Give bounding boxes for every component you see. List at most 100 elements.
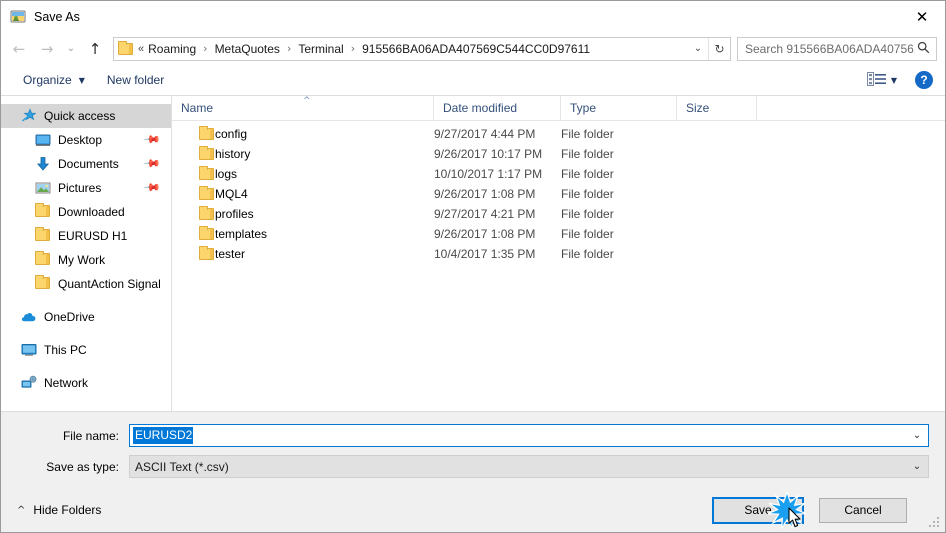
- table-row[interactable]: history 9/26/2017 10:17 PM File folder: [172, 144, 945, 164]
- sidebar-item-pictures[interactable]: Pictures 📌: [1, 176, 171, 200]
- file-date-cell: 9/27/2017 4:21 PM: [434, 207, 536, 221]
- organize-button[interactable]: Organize ▼: [17, 69, 91, 91]
- folder-icon: [118, 41, 133, 55]
- table-row[interactable]: tester 10/4/2017 1:35 PM File folder: [172, 244, 945, 264]
- sidebar-item-downloaded[interactable]: Downloaded: [1, 200, 171, 224]
- back-button[interactable]: ←: [5, 36, 33, 62]
- file-type-cell: File folder: [561, 207, 614, 221]
- filetype-row: Save as type: ASCII Text (*.csv) ⌄: [17, 455, 929, 478]
- sidebar-item-quantaction-signal[interactable]: QuantAction Signal: [1, 272, 171, 296]
- folder-icon: [35, 203, 51, 220]
- file-name-cell: profiles: [172, 206, 434, 221]
- view-chevron-down-icon[interactable]: ▼: [891, 76, 897, 85]
- sidebar-item-label: Documents: [58, 157, 119, 171]
- file-type-cell: File folder: [561, 147, 614, 161]
- onedrive-icon: [21, 309, 37, 325]
- file-date-cell: 9/26/2017 1:08 PM: [434, 187, 536, 201]
- resize-grip[interactable]: [929, 517, 941, 529]
- filename-label: File name:: [62, 428, 119, 443]
- sidebar-item-network[interactable]: Network: [1, 371, 171, 395]
- filetype-select[interactable]: ASCII Text (*.csv) ⌄: [129, 455, 929, 478]
- new-folder-button[interactable]: New folder: [101, 69, 170, 91]
- dialog-buttons: Save Cancel: [712, 489, 929, 529]
- sidebar-item-label: Pictures: [58, 181, 102, 195]
- file-name-cell: templates: [172, 226, 434, 241]
- table-row[interactable]: config 9/27/2017 4:44 PM File folder: [172, 124, 945, 144]
- chevron-down-icon[interactable]: ⌄: [906, 461, 928, 472]
- chevron-down-icon: ▼: [78, 75, 85, 85]
- breadcrumb-separator: ›: [350, 42, 356, 55]
- sort-ascending-icon: ^: [303, 96, 311, 106]
- navigation-bar: ← → ⌄ ↑ « Roaming › MetaQuotes › Termina…: [1, 32, 945, 65]
- hide-folders-button[interactable]: ^ Hide Folders: [17, 503, 101, 517]
- column-header-label: Name: [181, 101, 214, 115]
- file-name-cell: history: [172, 146, 434, 161]
- cancel-button[interactable]: Cancel: [819, 497, 907, 523]
- sidebar-item-label: This PC: [44, 343, 87, 357]
- breadcrumb-terminal[interactable]: Terminal: [296, 42, 345, 56]
- sidebar-item-this-pc[interactable]: This PC: [1, 338, 171, 362]
- file-name-label: templates: [215, 227, 268, 241]
- title-bar: Save As ✕: [1, 1, 945, 32]
- folder-icon: [190, 206, 214, 221]
- column-header-label: Type: [570, 101, 597, 115]
- up-button[interactable]: ↑: [81, 36, 109, 62]
- sidebar-item-quick-access[interactable]: Quick access: [1, 104, 171, 128]
- folder-icon: [35, 251, 51, 268]
- table-row[interactable]: profiles 9/27/2017 4:21 PM File folder: [172, 204, 945, 224]
- breadcrumb-metaquotes[interactable]: MetaQuotes: [213, 42, 282, 56]
- sidebar-item-desktop[interactable]: Desktop 📌: [1, 128, 171, 152]
- file-name-label: history: [215, 147, 251, 161]
- chevron-down-icon[interactable]: ⌄: [906, 430, 928, 441]
- table-row[interactable]: MQL4 9/26/2017 1:08 PM File folder: [172, 184, 945, 204]
- column-header-type[interactable]: Type: [561, 96, 677, 120]
- file-type-cell: File folder: [561, 127, 614, 141]
- folder-icon: [35, 227, 51, 244]
- documents-icon: [35, 156, 51, 172]
- address-dropdown-button[interactable]: ⌄: [688, 43, 708, 54]
- refresh-button[interactable]: ↻: [708, 37, 730, 60]
- breadcrumb-terminal-id[interactable]: 915566BA06ADA407569C544CC0D97611: [360, 42, 592, 56]
- column-header-label: Date modified: [443, 101, 518, 115]
- filename-row: File name: EURUSD2 ⌄: [17, 424, 929, 447]
- sidebar-item-eurusd-h1[interactable]: EURUSD H1: [1, 224, 171, 248]
- table-row[interactable]: logs 10/10/2017 1:17 PM File folder: [172, 164, 945, 184]
- save-form: File name: EURUSD2 ⌄ Save as type: ASCII…: [1, 411, 945, 488]
- breadcrumb-roaming[interactable]: Roaming: [146, 42, 198, 56]
- filename-input[interactable]: EURUSD2 ⌄: [129, 424, 929, 447]
- folder-icon: [190, 186, 214, 201]
- sidebar-item-onedrive[interactable]: OneDrive: [1, 305, 171, 329]
- file-date-cell: 9/26/2017 10:17 PM: [434, 147, 543, 161]
- view-options-icon[interactable]: [866, 72, 887, 88]
- sidebar-item-my-work[interactable]: My Work: [1, 248, 171, 272]
- recent-locations-button[interactable]: ⌄: [61, 36, 81, 62]
- file-list-pane: Name Date modified Type Size ^ config 9/…: [172, 96, 945, 411]
- help-button[interactable]: ?: [915, 71, 933, 89]
- sidebar-item-label: Network: [44, 376, 89, 390]
- thispc-icon: [21, 342, 37, 358]
- breadcrumb-overflow[interactable]: «: [138, 43, 146, 55]
- forward-button[interactable]: →: [33, 36, 61, 62]
- close-button[interactable]: ✕: [899, 1, 945, 32]
- command-bar: Organize ▼ New folder ▼ ?: [1, 65, 945, 96]
- command-bar-right: ▼ ?: [866, 71, 945, 89]
- folder-icon: [190, 166, 214, 181]
- column-header-row: Name Date modified Type Size ^: [172, 96, 945, 121]
- save-as-dialog: Save As ✕ ← → ⌄ ↑ « Roaming › MetaQuotes…: [0, 0, 946, 533]
- file-name-label: logs: [215, 167, 238, 181]
- search-icon: [915, 41, 932, 57]
- file-type-cell: File folder: [561, 167, 614, 181]
- save-button[interactable]: Save: [712, 496, 804, 524]
- search-box[interactable]: Search 915566BA06ADA40756...: [737, 36, 937, 61]
- search-input[interactable]: Search 915566BA06ADA40756...: [745, 42, 915, 56]
- folder-icon: [190, 126, 214, 141]
- column-header-date-modified[interactable]: Date modified: [434, 96, 561, 120]
- sidebar-item-documents[interactable]: Documents 📌: [1, 152, 171, 176]
- column-header-size[interactable]: Size: [677, 96, 757, 120]
- pin-icon: 📌: [142, 130, 162, 149]
- address-bar[interactable]: « Roaming › MetaQuotes › Terminal › 9155…: [113, 36, 731, 61]
- table-row[interactable]: templates 9/26/2017 1:08 PM File folder: [172, 224, 945, 244]
- dialog-footer: ^ Hide Folders Save Cancel: [1, 488, 945, 532]
